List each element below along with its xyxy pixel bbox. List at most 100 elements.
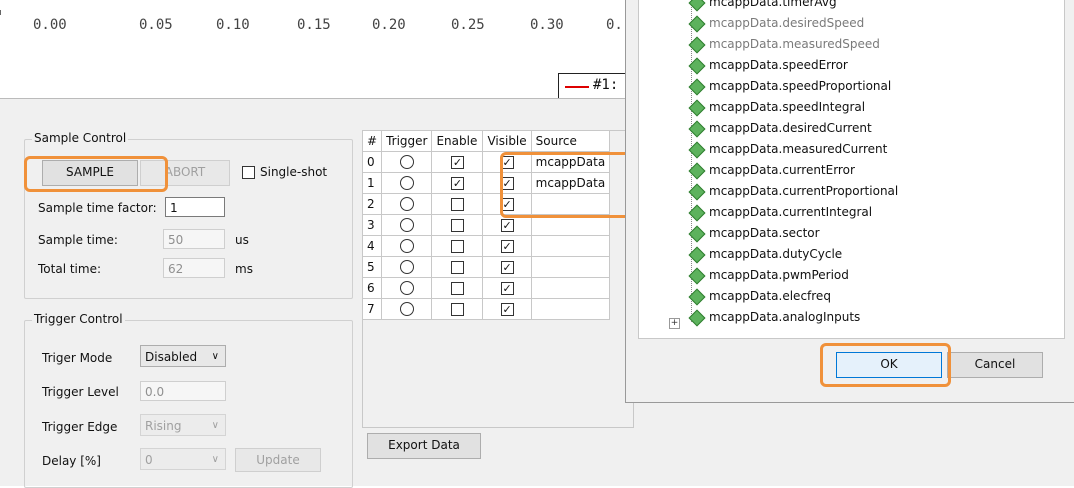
trigger-radio-cell[interactable] — [381, 277, 433, 299]
x-tick-label: 0.00 — [33, 17, 67, 33]
trigger-radio-cell[interactable] — [381, 172, 433, 194]
tree-item-label: mcappData.currentError — [709, 163, 855, 177]
source-cell[interactable] — [530, 298, 611, 320]
tree-item[interactable]: mcappData.measuredSpeed — [685, 34, 880, 55]
table-row: 4 ✓ — [361, 235, 611, 257]
column-header-trigger: Trigger — [381, 130, 433, 152]
trigger-radio-cell[interactable] — [381, 298, 433, 320]
tree-item[interactable]: mcappData.pwmPeriod — [685, 265, 849, 286]
enable-checkbox[interactable] — [450, 303, 464, 316]
tree-item[interactable]: mcappData.speedIntegral — [685, 97, 865, 118]
delay-select[interactable]: 0 ∨ — [140, 448, 226, 470]
trigger-edge-label: Trigger Edge — [42, 420, 118, 434]
variable-tree[interactable]: mcappData.timerAvg mcappData.desiredSpeed… — [638, 0, 1065, 339]
tree-item-label: mcappData.currentProportional — [709, 184, 899, 198]
tree-item[interactable]: mcappData.measuredCurrent — [685, 139, 887, 160]
trigger-radio[interactable] — [399, 155, 414, 170]
enable-checkbox-cell[interactable] — [431, 298, 484, 320]
single-shot-label: Single-shot — [260, 165, 328, 179]
enable-checkbox-cell[interactable] — [431, 256, 484, 278]
tree-item[interactable]: mcappData.timerAvg — [685, 0, 837, 13]
trigger-mode-label: Triger Mode — [42, 351, 113, 365]
enable-checkbox[interactable]: ✓ — [450, 156, 464, 169]
tree-item[interactable]: mcappData.dutyCycle — [685, 244, 842, 265]
trigger-radio-cell[interactable] — [381, 235, 433, 257]
tree-item[interactable]: mcappData.speedError — [685, 55, 848, 76]
total-time-label: Total time: — [38, 262, 101, 276]
visible-checkbox-cell[interactable]: ✓ — [482, 277, 532, 299]
trigger-edge-select[interactable]: Rising ∨ — [140, 414, 226, 436]
enable-checkbox[interactable]: ✓ — [450, 177, 464, 190]
tree-item-label: mcappData.sector — [709, 226, 820, 240]
trigger-radio[interactable] — [399, 281, 414, 296]
variable-icon — [688, 99, 706, 116]
tree-item-label: mcappData.pwmPeriod — [709, 268, 849, 282]
enable-checkbox-cell[interactable] — [431, 277, 484, 299]
visible-checkbox[interactable]: ✓ — [500, 240, 514, 253]
trigger-edge-value: Rising — [145, 419, 182, 433]
trigger-radio[interactable] — [399, 218, 414, 233]
trigger-radio[interactable] — [399, 302, 414, 317]
tree-item[interactable]: mcappData.currentError — [685, 160, 855, 181]
enable-checkbox-cell[interactable]: ✓ — [431, 151, 484, 173]
channel-number: 5 — [361, 256, 383, 278]
trigger-mode-select[interactable]: Disabled ∨ — [140, 345, 226, 367]
enable-checkbox-cell[interactable] — [431, 235, 484, 257]
source-cell[interactable] — [530, 277, 611, 299]
tree-item[interactable]: mcappData.speedProportional — [685, 76, 891, 97]
trigger-radio-cell[interactable] — [381, 256, 433, 278]
visible-checkbox[interactable]: ✓ — [500, 261, 514, 274]
channel-number: 4 — [361, 235, 383, 257]
trigger-radio[interactable] — [399, 239, 414, 254]
tree-item-label: mcappData.speedProportional — [709, 79, 892, 93]
visible-checkbox-cell[interactable]: ✓ — [482, 235, 532, 257]
visible-checkbox-cell[interactable]: ✓ — [482, 298, 532, 320]
enable-checkbox-cell[interactable]: ✓ — [431, 172, 484, 194]
chevron-down-icon: ∨ — [211, 351, 219, 362]
tree-item[interactable]: mcappData.desiredCurrent — [685, 118, 872, 139]
variable-icon — [688, 246, 706, 263]
cancel-button[interactable]: Cancel — [947, 352, 1043, 378]
visible-checkbox[interactable]: ✓ — [500, 219, 514, 232]
trigger-radio-cell[interactable] — [381, 151, 433, 173]
source-cell[interactable] — [530, 235, 611, 257]
enable-checkbox[interactable] — [450, 198, 464, 211]
update-button[interactable]: Update — [235, 448, 321, 472]
x-tick-label: 0.30 — [530, 17, 564, 33]
variable-icon — [688, 309, 706, 326]
export-data-button[interactable]: Export Data — [367, 433, 481, 459]
source-cell[interactable] — [530, 256, 611, 278]
tree-item[interactable]: mcappData.sector — [685, 223, 820, 244]
tree-item-label: mcappData.currentIntegral — [709, 205, 873, 219]
visible-checkbox[interactable]: ✓ — [500, 303, 514, 316]
plot-area: 0.00 0.05 0.10 0.15 0.20 0.25 0.30 0. #1… — [0, 0, 640, 100]
tree-item[interactable]: mcappData.currentProportional — [685, 181, 898, 202]
highlight-sample-button — [24, 156, 168, 192]
visible-checkbox-cell[interactable]: ✓ — [482, 256, 532, 278]
enable-checkbox[interactable] — [450, 240, 464, 253]
trigger-control-title: Trigger Control — [32, 312, 125, 326]
tree-item[interactable]: mcappData.currentIntegral — [685, 202, 872, 223]
trigger-radio[interactable] — [399, 197, 414, 212]
enable-checkbox[interactable] — [450, 261, 464, 274]
trigger-radio[interactable] — [399, 260, 414, 275]
tree-item[interactable]: mcappData.elecfreq — [685, 286, 831, 307]
total-time-unit: ms — [235, 262, 253, 276]
trigger-radio[interactable] — [399, 176, 414, 191]
trigger-radio-cell[interactable] — [381, 214, 433, 236]
variable-icon — [688, 120, 706, 137]
enable-checkbox[interactable] — [450, 282, 464, 295]
enable-checkbox-cell[interactable] — [431, 193, 484, 215]
tree-item[interactable]: mcappData.analogInputs — [685, 307, 860, 328]
single-shot-checkbox[interactable] — [242, 166, 255, 179]
enable-checkbox[interactable] — [450, 219, 464, 232]
tree-item[interactable]: mcappData.desiredSpeed — [685, 13, 864, 34]
table-row: 7 ✓ — [361, 298, 611, 320]
trigger-radio-cell[interactable] — [381, 193, 433, 215]
visible-checkbox[interactable]: ✓ — [500, 282, 514, 295]
expand-icon[interactable]: + — [669, 318, 680, 329]
sample-time-factor-input[interactable]: 1 — [165, 197, 225, 217]
trigger-level-input[interactable]: 0.0 — [140, 381, 226, 401]
column-header-number: # — [361, 130, 383, 152]
enable-checkbox-cell[interactable] — [431, 214, 484, 236]
